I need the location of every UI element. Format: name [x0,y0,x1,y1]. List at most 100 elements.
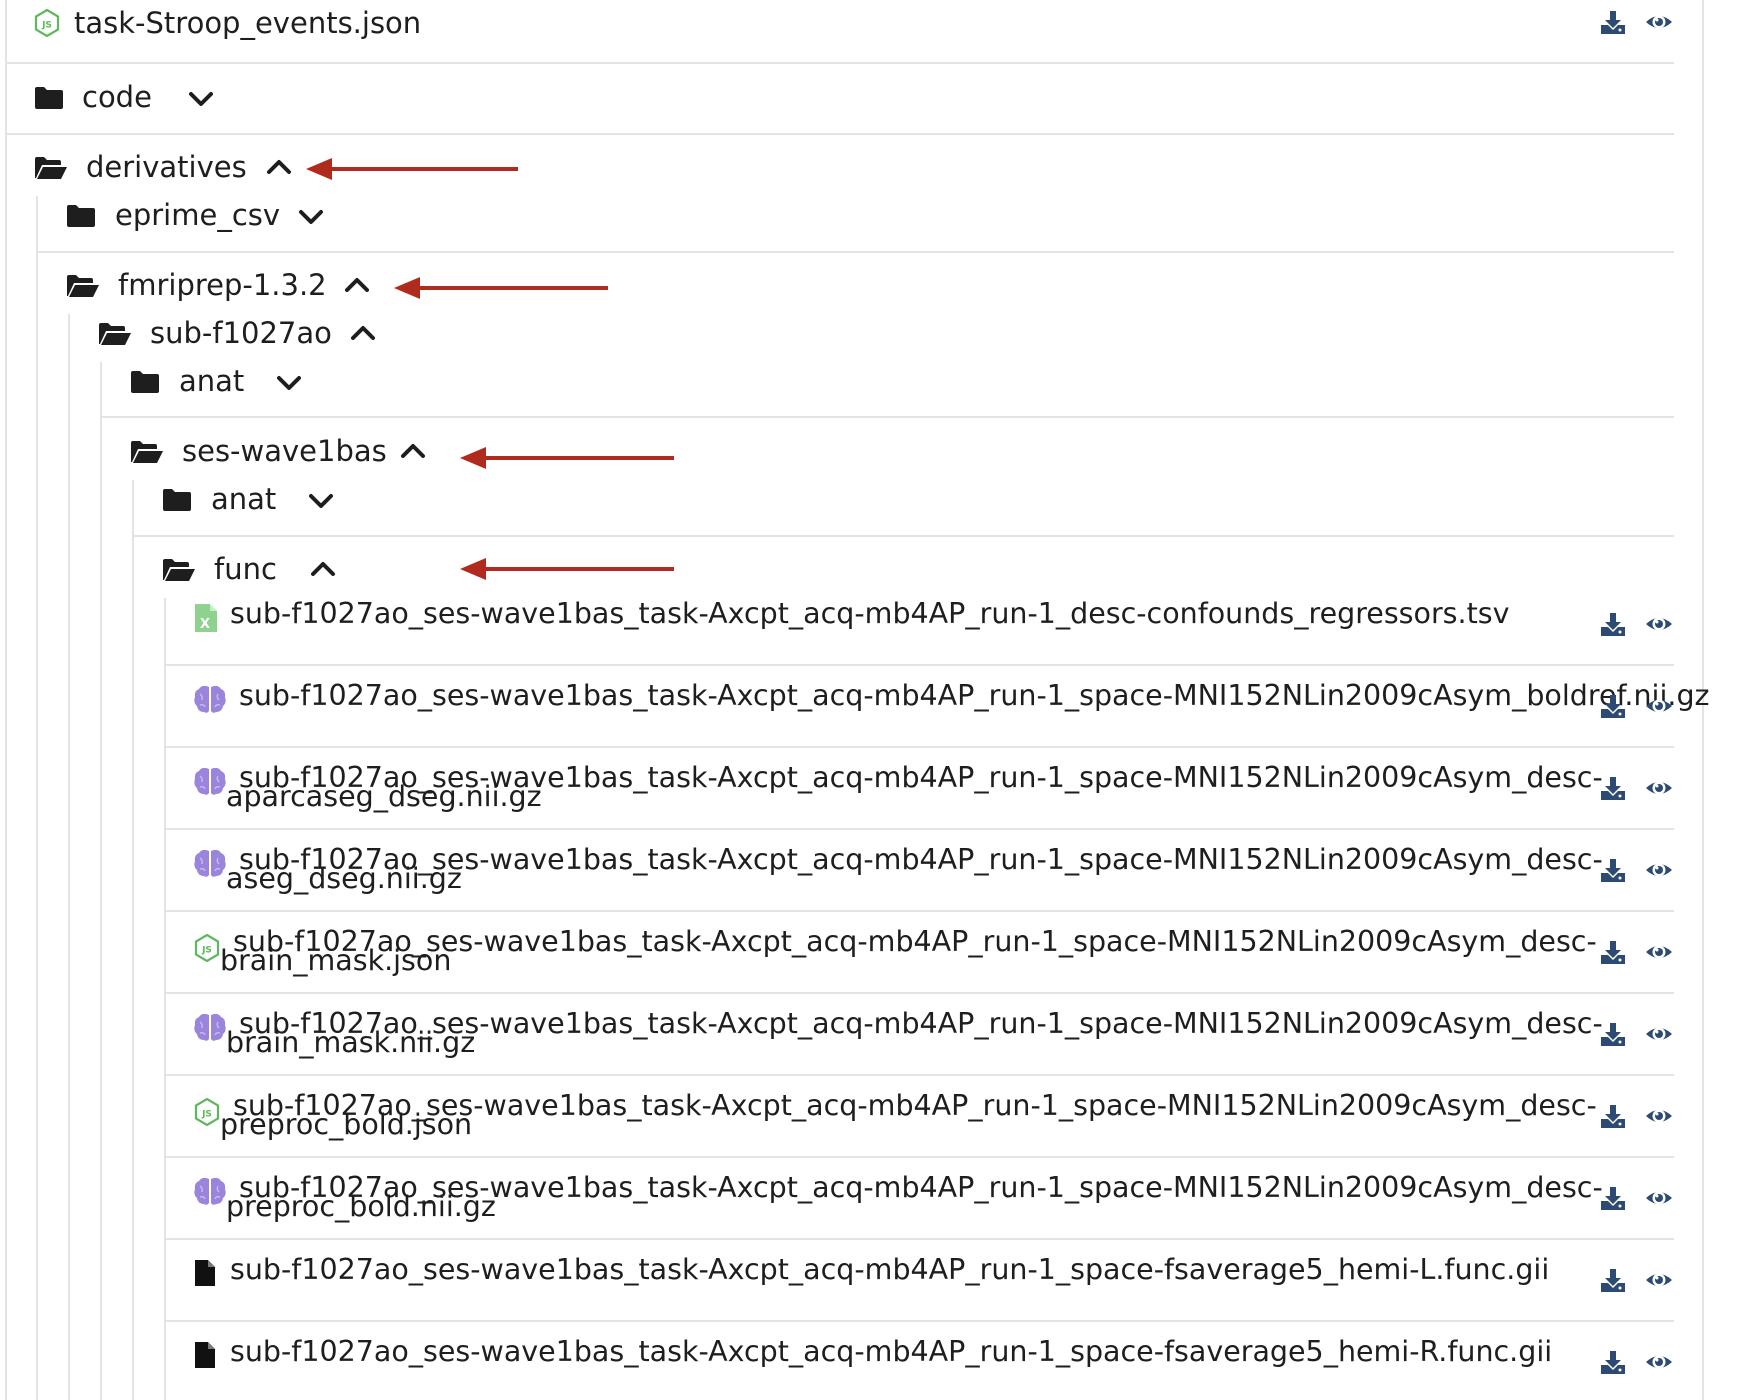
folder-row-code[interactable]: code [30,76,270,120]
file-name: sub-f1027ao_ses-wave1bas_task-Axcpt_acq-… [230,1335,1553,1368]
divider [5,133,1674,135]
file-name: sub-f1027ao_ses-wave1bas_task-Axcpt_acq-… [230,597,1510,630]
annotation-arrow [394,277,608,299]
divider [36,251,1674,253]
view-icon[interactable] [1644,1185,1674,1211]
download-icon[interactable] [1600,9,1626,35]
file-row[interactable]: sub-f1027ao_ses-wave1bas_task-Axcpt_acq-… [190,681,1710,742]
brain-icon [194,849,226,877]
svg-text:JS: JS [201,1110,212,1120]
file-row[interactable]: sub-f1027ao_ses-wave1bas_task-Axcpt_acq-… [190,845,1603,906]
view-icon[interactable] [1644,939,1674,965]
file-row[interactable]: X sub-f1027ao_ses-wave1bas_task-Axcpt_ac… [190,597,1600,660]
file-row[interactable]: JS task-Stroop_events.json [30,0,1680,46]
file-name: sub-f1027ao_ses-wave1bas_task-Axcpt_acq-… [239,679,1710,712]
folder-row-sub[interactable]: sub-f1027ao [94,312,394,356]
divider [100,416,1674,418]
brain-icon [194,1177,226,1205]
download-icon[interactable] [1600,611,1626,637]
view-icon[interactable] [1644,1103,1674,1129]
folder-row-anat[interactable]: anat [126,360,326,404]
file-row[interactable]: JS sub-f1027ao_ses-wave1bas_task-Axcpt_a… [190,927,1600,988]
file-name-continued: aparcaseg_dseg.nii.gz [226,780,542,813]
chevron-down-icon[interactable] [188,90,214,108]
view-icon[interactable] [1644,1349,1674,1375]
tree-guide-derivatives [36,196,38,1400]
chevron-down-icon[interactable] [308,492,334,510]
folder-row-ses[interactable]: ses-wave1bas [126,430,446,474]
file-row[interactable]: sub-f1027ao_ses-wave1bas_task-Axcpt_acq-… [190,1253,1600,1316]
file-name-continued: brain_mask.nii.gz [226,1026,476,1059]
folder-label: anat [211,482,277,516]
divider [132,535,1674,537]
file-name: task-Stroop_events.json [74,6,422,40]
file-name: sub-f1027ao_ses-wave1bas_task-Axcpt_acq-… [230,1253,1550,1286]
file-icon [195,1342,215,1368]
file-divider [164,1074,1674,1076]
folder-label: derivatives [86,150,247,184]
folder-closed-icon [163,489,191,511]
chevron-up-icon[interactable] [400,442,426,460]
chevron-up-icon[interactable] [344,276,370,294]
folder-open-icon [67,275,99,297]
folder-row-func[interactable]: func [158,548,358,592]
download-icon[interactable] [1600,1349,1626,1375]
chevron-up-icon[interactable] [350,324,376,342]
tree-guide-sub [100,362,102,1400]
json-icon: JS [34,9,60,37]
view-icon[interactable] [1644,775,1674,801]
annotation-arrow [460,447,674,469]
folder-label: func [214,552,277,586]
svg-text:JS: JS [41,21,52,31]
file-divider [164,910,1674,912]
folder-open-icon [99,323,131,345]
file-row[interactable]: sub-f1027ao_ses-wave1bas_task-Axcpt_acq-… [190,1173,1603,1234]
chevron-down-icon[interactable] [298,208,324,226]
chevron-up-icon[interactable] [266,158,292,176]
json-icon: JS [194,1098,220,1126]
folder-row-eprime-csv[interactable]: eprime_csv [62,194,362,238]
folder-label: eprime_csv [115,198,281,232]
download-icon[interactable] [1600,775,1626,801]
view-icon[interactable] [1644,9,1674,35]
file-row[interactable]: sub-f1027ao_ses-wave1bas_task-Axcpt_acq-… [190,1335,1600,1398]
download-icon[interactable] [1600,939,1626,965]
folder-closed-icon [67,205,95,227]
folder-label: fmriprep-1.3.2 [118,268,327,302]
file-divider [164,992,1674,994]
svg-text:JS: JS [201,946,212,956]
download-icon[interactable] [1600,857,1626,883]
folder-row-derivatives[interactable]: derivatives [30,146,330,190]
brain-icon [194,685,226,713]
folder-open-icon [35,157,67,179]
download-icon[interactable] [1600,1185,1626,1211]
file-row[interactable]: sub-f1027ao_ses-wave1bas_task-Axcpt_acq-… [190,1009,1603,1070]
file-divider [164,828,1674,830]
annotation-arrow [306,158,518,180]
file-row[interactable]: sub-f1027ao_ses-wave1bas_task-Axcpt_acq-… [190,763,1603,824]
chevron-down-icon[interactable] [276,374,302,392]
file-name-continued: brain_mask.json [220,944,452,977]
svg-text:X: X [200,617,210,632]
file-name-continued: preproc_bold.json [220,1108,473,1141]
tree-border-left [5,0,7,1400]
view-icon[interactable] [1644,693,1674,719]
folder-closed-icon [131,371,159,393]
chevron-up-icon[interactable] [310,560,336,578]
view-icon[interactable] [1644,1267,1674,1293]
tree-guide-func [164,598,166,1400]
file-name-continued: aseg_dseg.nii.gz [226,862,462,895]
file-divider [164,1320,1674,1322]
download-icon[interactable] [1600,693,1626,719]
file-row[interactable]: JS sub-f1027ao_ses-wave1bas_task-Axcpt_a… [190,1091,1600,1152]
view-icon[interactable] [1644,1021,1674,1047]
view-icon[interactable] [1644,611,1674,637]
file-divider [164,746,1674,748]
folder-row-fmriprep[interactable]: fmriprep-1.3.2 [62,264,382,308]
folder-row-anat[interactable]: anat [158,478,358,522]
view-icon[interactable] [1644,857,1674,883]
download-icon[interactable] [1600,1267,1626,1293]
download-icon[interactable] [1600,1103,1626,1129]
download-icon[interactable] [1600,1021,1626,1047]
json-icon: JS [194,934,220,962]
